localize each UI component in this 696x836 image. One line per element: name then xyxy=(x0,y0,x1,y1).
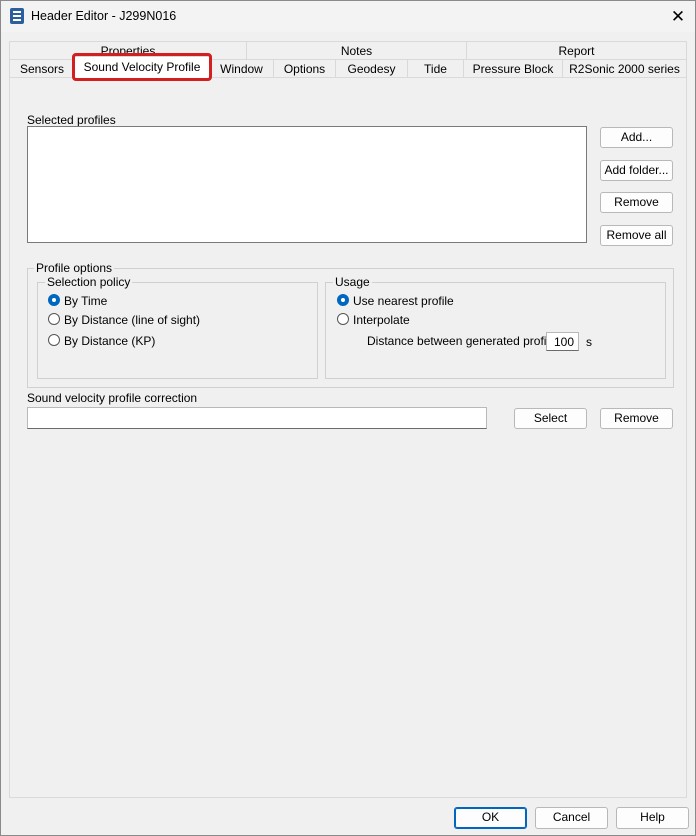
header-editor-window: Header Editor - J299N016 ✕ Properties No… xyxy=(0,0,696,836)
svp-correction-field[interactable] xyxy=(27,407,487,429)
tab-pressure-block[interactable]: Pressure Block xyxy=(463,59,563,77)
distance-unit-label: s xyxy=(586,335,592,349)
cancel-button[interactable]: Cancel xyxy=(535,807,608,829)
title-bar: Header Editor - J299N016 ✕ xyxy=(1,1,695,32)
tab-window[interactable]: Window xyxy=(209,59,274,77)
add-profile-button[interactable]: Add... xyxy=(600,127,673,148)
radio-by-time-label: By Time xyxy=(64,294,108,308)
tab-options[interactable]: Options xyxy=(273,59,336,77)
radio-use-nearest-profile-label: Use nearest profile xyxy=(353,294,454,308)
radio-button[interactable] xyxy=(48,294,60,306)
radio-button[interactable] xyxy=(337,313,349,325)
radio-button[interactable] xyxy=(48,313,60,325)
tab-report[interactable]: Report xyxy=(466,41,687,59)
remove-profile-button[interactable]: Remove xyxy=(600,192,673,213)
svp-remove-button[interactable]: Remove xyxy=(600,408,673,429)
tab-tide[interactable]: Tide xyxy=(407,59,464,77)
active-tab-highlight xyxy=(72,53,212,81)
tab-sensors[interactable]: Sensors xyxy=(9,59,75,77)
close-icon[interactable]: ✕ xyxy=(661,1,695,32)
window-title: Header Editor - J299N016 xyxy=(31,9,177,23)
radio-by-distance-kp-label: By Distance (KP) xyxy=(64,334,156,348)
radio-by-distance-line-of-sight-label: By Distance (line of sight) xyxy=(64,313,201,327)
distance-between-profiles-input[interactable]: 100 xyxy=(546,332,579,351)
selected-profiles-listbox[interactable] xyxy=(27,126,587,243)
remove-all-profiles-button[interactable]: Remove all xyxy=(600,225,673,246)
selected-profiles-label: Selected profiles xyxy=(27,113,116,127)
svp-select-button[interactable]: Select xyxy=(514,408,587,429)
svp-correction-label: Sound velocity profile correction xyxy=(27,391,198,405)
usage-label: Usage xyxy=(333,275,372,289)
tab-r2sonic-2000-series[interactable]: R2Sonic 2000 series xyxy=(562,59,687,77)
profile-options-label: Profile options xyxy=(34,261,115,275)
tab-notes[interactable]: Notes xyxy=(246,41,467,59)
radio-button[interactable] xyxy=(337,294,349,306)
ok-button[interactable]: OK xyxy=(454,807,527,829)
tab-geodesy[interactable]: Geodesy xyxy=(335,59,408,77)
distance-between-profiles-label: Distance between generated profiles xyxy=(367,334,562,348)
help-button[interactable]: Help xyxy=(616,807,689,829)
app-icon xyxy=(10,8,24,24)
radio-button[interactable] xyxy=(48,334,60,346)
selection-policy-label: Selection policy xyxy=(45,275,133,289)
add-folder-button[interactable]: Add folder... xyxy=(600,160,673,181)
radio-interpolate-label: Interpolate xyxy=(353,313,410,327)
